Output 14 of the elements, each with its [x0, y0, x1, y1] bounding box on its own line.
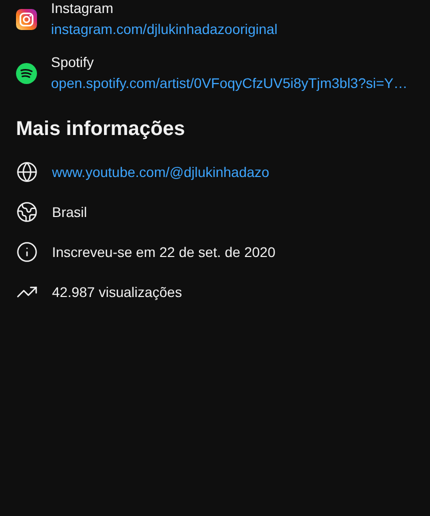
link-title: Spotify [51, 54, 95, 70]
website-link[interactable]: www.youtube.com/@djlukinhadazo [52, 164, 270, 180]
link-url[interactable]: open.spotify.com/artist/0VFoqyCfzUV5i8yTjm3bl3?si=Y… [51, 74, 408, 92]
earth-icon [16, 201, 38, 223]
link-title: Instagram [51, 0, 114, 16]
spotify-icon [16, 62, 37, 84]
link-url[interactable]: instagram.com/djlukinhadazooriginal [51, 20, 278, 38]
globe-icon [16, 161, 38, 183]
section-heading: Mais informações [16, 117, 186, 142]
info-text: Brasil [52, 204, 88, 220]
info-text: Inscreveu-se em 22 de set. de 2020 [52, 244, 276, 260]
instagram-icon [16, 8, 37, 30]
info-text: 42.987 visualizações [52, 284, 182, 300]
info-icon [16, 241, 38, 263]
